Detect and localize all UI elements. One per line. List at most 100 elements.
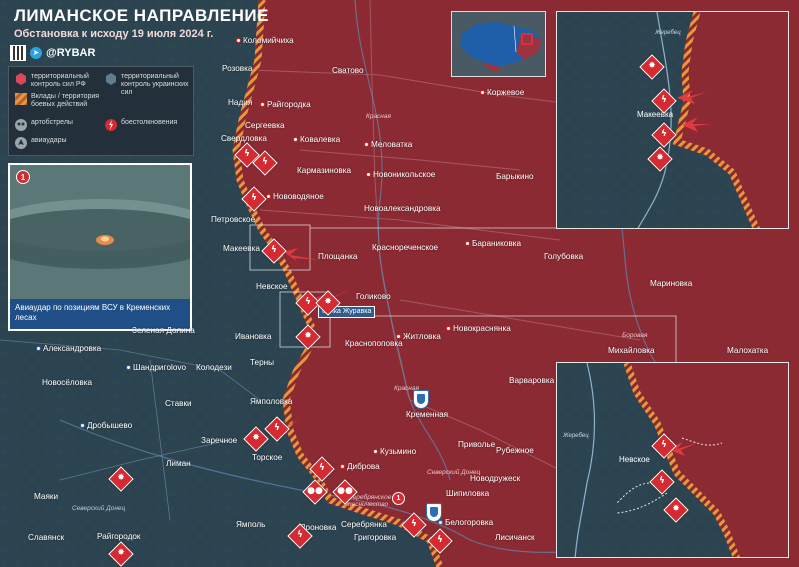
photo-number-badge: 1: [16, 170, 30, 184]
place-kovalevka: Ковалевка: [293, 135, 340, 144]
ua-control-icon: [106, 73, 116, 85]
place-diprova: Диброва: [340, 462, 380, 471]
airstrike-icon: ✸: [117, 473, 125, 483]
place-raigorodka: Райгородка: [260, 100, 311, 109]
legend-shelling: артобстрелы: [15, 119, 103, 131]
place-novovodyanoe: Нововодяное: [266, 192, 324, 201]
place-varvarovka: Варваровка: [509, 376, 555, 385]
telegram-icon: ➤: [30, 47, 42, 59]
river-krasnaya-label: Красная: [366, 113, 391, 120]
place-krasnorechenskoe: Краснореченское: [372, 243, 439, 252]
legend-contested: Вклады / территория боевых действий: [15, 93, 103, 109]
airstrike-icon: ✸: [324, 297, 332, 307]
overview-map: [451, 11, 546, 77]
place-krasnopopovka: Краснопоповка: [345, 339, 403, 348]
place-ploshchanka: Площанка: [318, 252, 358, 261]
place-svatovo: Сватово: [332, 66, 364, 75]
place-torskoe: Торское: [252, 453, 283, 462]
inset-river-label: Жеребец: [563, 433, 589, 439]
place-lisichansk: Лисичанск: [495, 533, 535, 542]
inset-makeevka-map: [557, 12, 788, 228]
place-liman: Лиман: [166, 459, 191, 468]
place-zhitlovka: Житловка: [396, 332, 441, 341]
place-privolye: Приволье: [458, 440, 496, 449]
shelling-icon: ●●: [307, 486, 323, 496]
clash-icon: ϟ: [274, 423, 280, 433]
place-malokhatka: Малохатка: [727, 346, 769, 355]
place-rozovka: Розовка: [222, 64, 253, 73]
clash-icon: [105, 119, 117, 131]
clash-icon: ϟ: [271, 245, 277, 255]
place-serebryanka: Серебрянка: [341, 520, 387, 529]
place-stavki: Ставки: [165, 399, 192, 408]
place-shipilovka: Шипиловка: [446, 489, 490, 498]
shelling-icon: ●●: [337, 486, 353, 496]
clash-icon: ϟ: [305, 297, 311, 307]
legend-airstrikes: авиаудары: [15, 137, 103, 149]
place-karmazinovka: Кармазиновка: [297, 166, 352, 175]
place-sverdlovka: Свердловка: [221, 134, 267, 143]
clash-icon: ϟ: [251, 193, 257, 203]
clash-icon: ϟ: [411, 519, 417, 529]
clash-icon: ϟ: [437, 535, 443, 545]
legend-ua-control: территориальный контроль украинских сил: [105, 73, 191, 97]
clash-icon: ϟ: [659, 476, 665, 486]
place-drobyshevo: Дробышево: [80, 421, 132, 430]
place-novoaleksandrovka: Новоалександровка: [364, 204, 441, 213]
place-mayaki: Маяки: [34, 492, 59, 501]
place-belogorovka: Белогоровка: [438, 518, 493, 527]
photo-inset: 1 Авиаудар по позициям ВСУ в Кременских …: [8, 163, 192, 331]
place-kremennaya: Кременная: [406, 410, 449, 419]
clash-icon: ϟ: [319, 463, 325, 473]
contested-icon: [15, 93, 27, 105]
place-sergeevka: Сергеевка: [245, 121, 285, 130]
place-kolodezi: Колодези: [196, 363, 232, 372]
ua-unit-shield-kremennaya: [413, 390, 429, 409]
place-zelenaya-dolina: Зеленая Долина: [132, 326, 195, 335]
airstrike-icon: ✸: [252, 433, 260, 443]
airstrike-icon: [15, 137, 27, 149]
photo-image: [10, 165, 190, 303]
place-novonikolskoe: Новоникольское: [366, 170, 435, 179]
place-kuzmino: Кузьмино: [373, 447, 416, 456]
river-seversky-donets-label: Северский Донец: [72, 505, 126, 512]
photo-caption: Авиаудар по позициям ВСУ в Кременских ле…: [10, 299, 190, 329]
ukraine-outline: [452, 12, 545, 76]
brand-bar: ➤ @RYBAR: [10, 44, 95, 62]
place-slavyansk: Славянск: [28, 533, 65, 542]
qr-code-icon: [10, 45, 26, 61]
airstrike-icon: ✸: [656, 153, 664, 163]
river-seversky-donets-label-2: Северский Донец: [427, 469, 481, 476]
legend: территориальный контроль сил РФ территор…: [8, 66, 194, 156]
place-goluvbovka: Голубовка: [544, 252, 584, 261]
clash-icon: ϟ: [297, 530, 303, 540]
river-borovaya-label: Боровая: [622, 332, 648, 339]
place-nadiya: Надия: [228, 98, 253, 107]
airstrike-icon: ✸: [117, 548, 125, 558]
place-novoselovka: Новосёловка: [42, 378, 93, 387]
place-raigorodok: Райгородок: [97, 532, 141, 541]
place-marinovka: Мариновка: [650, 279, 693, 288]
place-nevskoe: Невское: [256, 282, 288, 291]
place-melovatka: Меловатка: [364, 140, 412, 149]
inset-makeevka: Жеребец Макеевка ✸ ϟ ϟ ✸: [556, 11, 789, 229]
ua-unit-shield-belogorovka: [426, 503, 442, 522]
place-novokrasnyanka: Новокраснянка: [446, 324, 511, 333]
ru-control-icon: [16, 73, 26, 85]
airstrike-icon: ✸: [304, 331, 312, 341]
place-petrovskoe: Петровское: [211, 215, 256, 224]
clash-icon: ϟ: [661, 129, 667, 139]
clash-icon: ϟ: [244, 149, 250, 159]
clash-icon: ϟ: [661, 440, 667, 450]
clash-icon: ϟ: [262, 157, 268, 167]
place-grigorovka: Григоровка: [354, 533, 397, 542]
place-yampolovka: Ямполовка: [250, 397, 293, 406]
place-korzhevoe: Коржевое: [480, 88, 524, 97]
place-rubezhnoe: Рубежное: [496, 446, 534, 455]
place-makeevka: Макеевка: [223, 244, 260, 253]
inset-nevskoe-map: [557, 363, 788, 557]
inset-city-label: Макеевка: [637, 110, 674, 119]
inset-city-label: Невское: [619, 455, 650, 464]
place-zarechnoe: Заречное: [201, 436, 238, 445]
legend-clashes: боестолкновения: [105, 119, 191, 131]
